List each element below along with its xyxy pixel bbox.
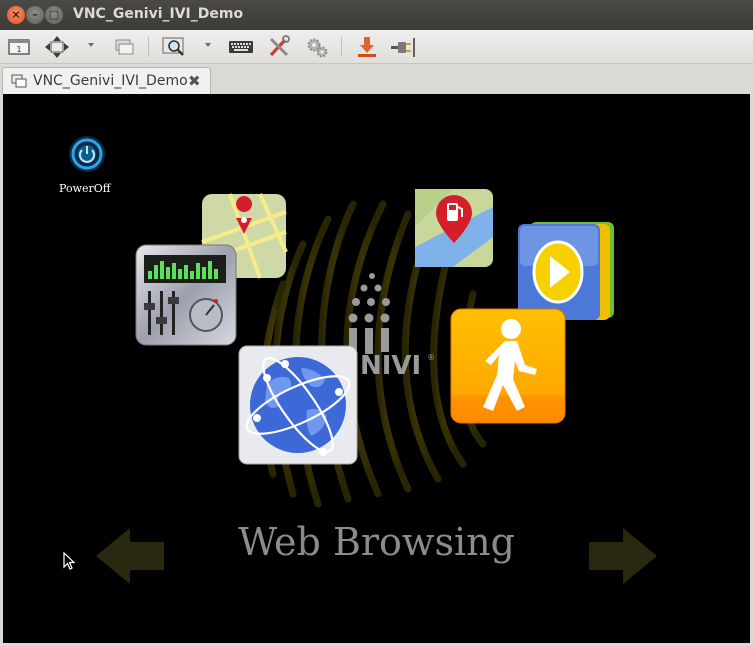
window-maximize-button[interactable]: □ [45,6,63,24]
arrow-left-icon[interactable] [96,528,166,584]
download-icon[interactable] [354,35,380,59]
keyboard-icon[interactable] [228,35,254,59]
toolbar-separator [341,37,342,57]
mouse-cursor-icon [63,552,75,570]
toolbar-separator [148,37,149,57]
pedestrian-icon[interactable] [449,307,567,425]
window-minimize-button[interactable]: – [26,6,44,24]
vnc-remote-screen[interactable]: NIVI ® PowerOff Web Browsing [3,94,750,643]
tab-strip: VNC_Genivi_IVI_Demo ✖ [0,64,753,94]
tools-icon[interactable] [266,35,292,59]
windows-icon[interactable] [111,35,137,59]
toolbar: 1 [0,30,753,64]
genivi-logo-mark: ® [427,353,435,362]
poweroff-label: PowerOff [59,182,111,195]
tab-label: VNC_Genivi_IVI_Demo [33,73,188,89]
zoom-dropdown-icon[interactable] [205,43,211,47]
magnifier-icon[interactable] [161,35,187,59]
genivi-logo-text: NIVI [360,351,421,381]
scale-dropdown-icon[interactable] [88,43,94,47]
window-title: VNC_Genivi_IVI_Demo [73,6,244,22]
window-titlebar: × – □ VNC_Genivi_IVI_Demo [0,0,753,30]
window-frame-icon[interactable]: 1 [6,35,32,59]
four-arrows-icon[interactable] [44,35,70,59]
session-window-icon [11,74,27,88]
poweroff-icon[interactable] [67,134,107,174]
fuel-station-icon[interactable] [413,187,495,269]
arrow-right-icon[interactable] [587,528,657,584]
equalizer-icon[interactable] [134,243,238,347]
gears-icon[interactable] [304,35,330,59]
tab-vnc-session[interactable]: VNC_Genivi_IVI_Demo ✖ [2,67,211,94]
window-close-button[interactable]: × [7,6,25,24]
tab-close-icon[interactable]: ✖ [188,72,201,90]
web-browser-icon[interactable] [237,344,359,466]
svg-text:1: 1 [16,45,21,54]
plug-icon[interactable] [390,35,416,59]
